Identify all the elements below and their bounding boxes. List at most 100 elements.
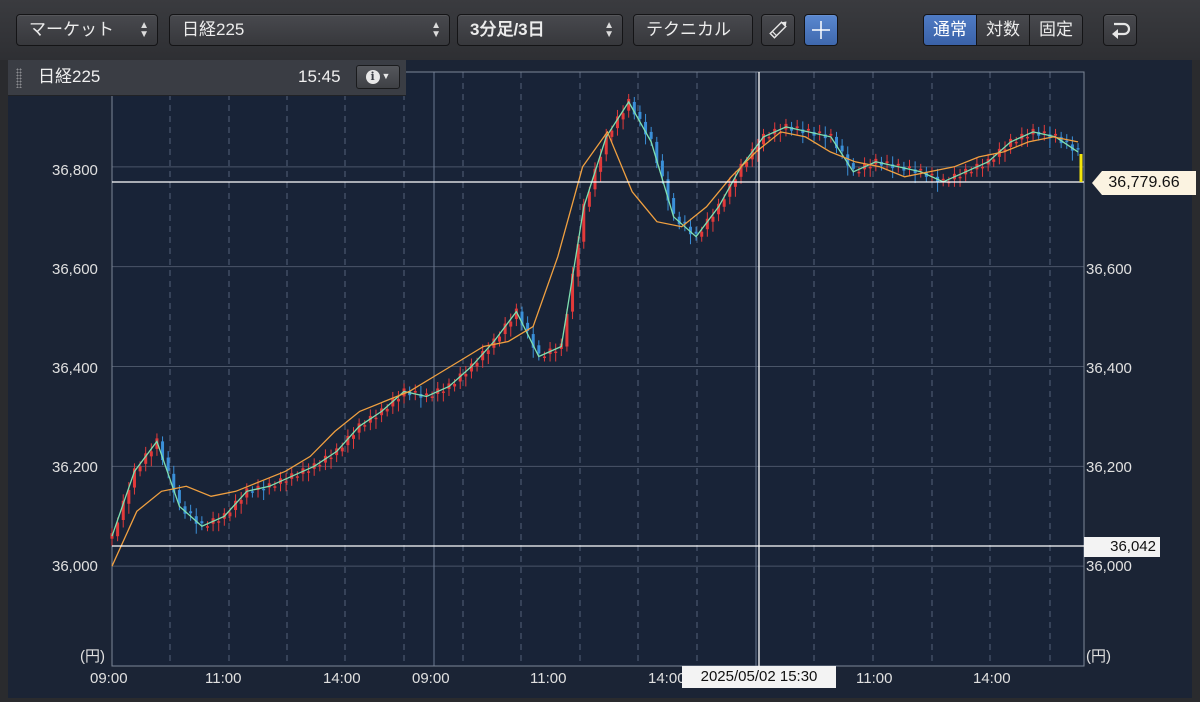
candle-body [711, 216, 715, 222]
candle-body [992, 159, 996, 162]
candle-body [138, 466, 142, 472]
candle-body [352, 435, 355, 439]
candle-body [250, 491, 254, 493]
candle-body [969, 171, 973, 174]
candle-body [396, 398, 400, 402]
candle-body [1025, 136, 1029, 139]
candle-body [722, 199, 726, 207]
candle-body [857, 171, 861, 174]
candle-body [1054, 133, 1058, 136]
x-axis-label: 09:00 [90, 670, 128, 687]
y-axis-label-right: 36,200 [1086, 459, 1132, 476]
candle-body [217, 521, 221, 523]
candle-body [262, 488, 266, 491]
candle-body [441, 391, 445, 393]
drag-handle-icon[interactable] [16, 68, 22, 88]
candle-body [621, 113, 625, 120]
candle-body [189, 511, 193, 514]
candle-body [700, 231, 704, 237]
candle-body [498, 336, 502, 342]
candle-body [930, 173, 934, 176]
candle-body [475, 362, 479, 367]
candle-body [453, 383, 457, 387]
candle-body [329, 457, 333, 460]
candle-body [464, 373, 468, 377]
candle-body [425, 393, 429, 396]
x-axis-label: 14:00 [323, 670, 361, 687]
candle-body [733, 179, 737, 187]
candle-body [829, 133, 833, 136]
candle-body [307, 471, 311, 473]
y-axis-label-left: 36,000 [52, 558, 98, 575]
candle-body [340, 447, 344, 452]
candle-body [166, 457, 170, 471]
candle-body [896, 163, 900, 166]
moving-average-long [111, 130, 1079, 567]
low-line-tag: 36,042 [1084, 537, 1160, 557]
candle-body [385, 408, 389, 412]
y-axis-label-right: 36,600 [1086, 261, 1132, 278]
info-symbol: 日経225 [38, 67, 101, 86]
chart-info-box[interactable]: 日経225 15:45 i ▼ [8, 60, 406, 96]
candle-body [795, 126, 799, 129]
candle-body [295, 476, 299, 478]
crosshair-time-tag: 2025/05/02 15:30 [682, 666, 836, 688]
candle-body [610, 130, 614, 137]
y-axis-label-left: 36,200 [52, 459, 98, 476]
x-axis-label: 09:00 [412, 670, 450, 687]
candle-body [958, 176, 962, 179]
candle-body [1042, 131, 1046, 134]
y-axis-label-left: 36,600 [52, 261, 98, 278]
y-axis-label-left: 36,400 [52, 360, 98, 377]
candle-body [228, 512, 232, 517]
candle-body [430, 396, 434, 398]
candle-body [1076, 148, 1080, 150]
candle-body [767, 136, 771, 139]
candle-body [806, 128, 810, 131]
current-price-tag: 36,779.66 [1092, 171, 1196, 195]
info-menu-button[interactable]: i ▼ [356, 65, 400, 89]
candle-body [374, 417, 378, 420]
y-axis-label-right: 36,400 [1086, 360, 1132, 377]
candle-body [694, 231, 698, 234]
candle-body [486, 350, 490, 355]
candle-body [868, 166, 872, 169]
candle-body [885, 161, 889, 164]
y-axis-unit-right: (円) [1086, 648, 1111, 665]
price-chart[interactable] [0, 0, 1200, 702]
candle-body [200, 521, 204, 524]
candle-body [149, 451, 153, 457]
candle-body [239, 500, 243, 504]
info-time: 15:45 [298, 67, 341, 86]
y-axis-label-left: 36,800 [52, 162, 98, 179]
candle-body [542, 356, 546, 359]
candle-body [981, 166, 985, 169]
candle-body [413, 390, 417, 393]
info-icon: i [365, 70, 380, 84]
candle-body [818, 131, 822, 134]
candles [110, 93, 1080, 546]
y-axis-label-right: 36,000 [1086, 558, 1132, 575]
candle-body [205, 526, 209, 528]
x-axis-label: 14:00 [973, 670, 1011, 687]
candle-body [537, 345, 541, 354]
candle-body [273, 486, 277, 488]
candle-body [840, 145, 844, 152]
dropdown-triangle-icon: ▼ [381, 71, 391, 81]
candle-body [284, 481, 288, 483]
candle-body [908, 166, 912, 169]
candle-body [941, 178, 945, 181]
candle-body [1065, 140, 1069, 143]
moving-averages [111, 100, 1079, 567]
candle-body [509, 321, 513, 327]
x-axis-label: 11:00 [530, 670, 567, 687]
candle-body [1014, 141, 1018, 144]
x-axis-label: 11:00 [205, 670, 242, 687]
candle-body [649, 131, 653, 139]
candle-body [919, 168, 923, 171]
x-axis-label: 11:00 [856, 670, 893, 687]
y-axis-unit-left: (円) [80, 648, 105, 665]
candle-body [638, 111, 642, 119]
candle-body [851, 163, 855, 169]
candle-body [363, 425, 367, 427]
